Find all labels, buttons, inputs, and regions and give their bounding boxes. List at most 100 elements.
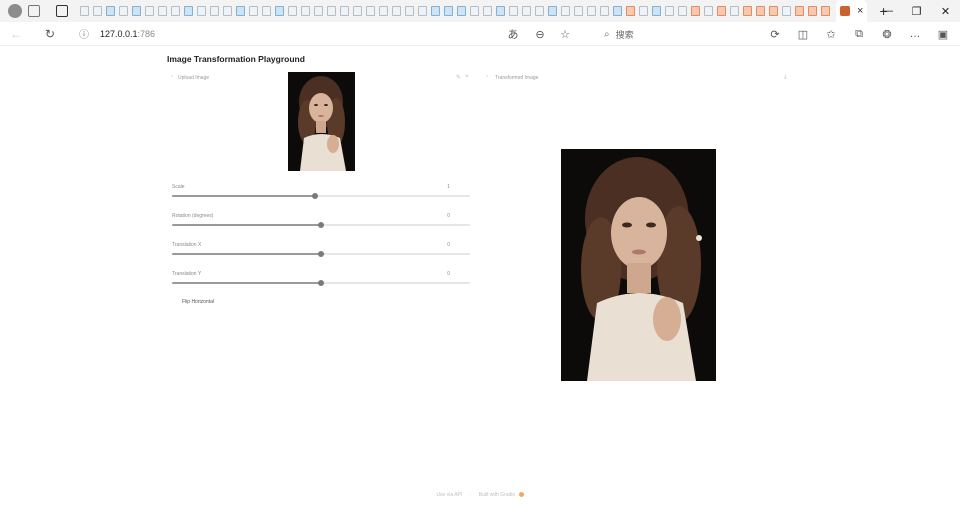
browser-tab[interactable] (611, 0, 624, 22)
browser-tab[interactable] (221, 0, 234, 22)
zoom-icon[interactable]: ⊖ (529, 23, 551, 45)
browser-tab[interactable] (78, 0, 91, 22)
slider-value[interactable]: 0 (447, 242, 450, 248)
browser-tab[interactable] (741, 0, 754, 22)
tab-close-icon[interactable]: × (857, 5, 863, 17)
browser-tab[interactable] (819, 0, 832, 22)
browser-tab[interactable] (494, 0, 507, 22)
browser-tab[interactable] (143, 0, 156, 22)
browser-tab[interactable] (338, 0, 351, 22)
back-icon[interactable]: ← (6, 24, 26, 44)
browser-tab[interactable] (715, 0, 728, 22)
browser-tab[interactable] (507, 0, 520, 22)
restore-button[interactable]: ❐ (902, 0, 931, 22)
search-box[interactable]: ⌕ 搜索 (604, 22, 634, 46)
workspaces-icon[interactable] (28, 5, 40, 17)
active-tab[interactable]: × (836, 0, 868, 22)
browser-tab[interactable] (663, 0, 676, 22)
browser-tab[interactable] (728, 0, 741, 22)
browser-tab[interactable] (442, 0, 455, 22)
slider-track[interactable] (172, 193, 470, 199)
slider-track[interactable] (172, 280, 470, 286)
browser-tab[interactable] (806, 0, 819, 22)
browser-tab[interactable] (182, 0, 195, 22)
browser-tab[interactable] (247, 0, 260, 22)
browser-tab[interactable] (91, 0, 104, 22)
address-bar[interactable]: 127.0.0.1:786 (100, 29, 155, 39)
browser-tab[interactable] (299, 0, 312, 22)
browser-tab[interactable] (351, 0, 364, 22)
browser-tab[interactable] (533, 0, 546, 22)
browser-tab[interactable] (208, 0, 221, 22)
rotation-slider[interactable]: Rotation (degrees) 0 (172, 213, 470, 233)
browser-tab[interactable] (195, 0, 208, 22)
slider-thumb[interactable] (318, 222, 324, 228)
favorites-icon[interactable]: ✩ (820, 23, 842, 45)
browser-tab[interactable] (377, 0, 390, 22)
edit-icon[interactable]: ✎ (456, 74, 461, 81)
slider-value[interactable]: 0 (447, 271, 450, 277)
browser-tab[interactable] (130, 0, 143, 22)
browser-tab[interactable] (234, 0, 247, 22)
browser-tab[interactable] (754, 0, 767, 22)
browser-tab[interactable] (429, 0, 442, 22)
browser-tab[interactable] (585, 0, 598, 22)
extensions-icon[interactable]: ⟳ (764, 23, 786, 45)
flip-horizontal-checkbox[interactable]: Flip Horizontal (178, 298, 218, 306)
browser-tab[interactable] (481, 0, 494, 22)
split-screen-icon[interactable]: ◫ (792, 23, 814, 45)
browser-tab[interactable] (702, 0, 715, 22)
browser-tab[interactable] (273, 0, 286, 22)
browser-tab[interactable] (689, 0, 702, 22)
browser-tab[interactable] (546, 0, 559, 22)
collections-icon[interactable]: ⧉ (848, 23, 870, 45)
favorite-star-icon[interactable]: ☆ (554, 23, 576, 45)
use-via-api-link[interactable]: Use via API (436, 492, 462, 498)
copilot-icon[interactable]: ❂ (876, 23, 898, 45)
site-info-icon[interactable]: ⓘ (74, 24, 94, 44)
minimize-button[interactable]: — (873, 0, 902, 22)
browser-tab[interactable] (117, 0, 130, 22)
browser-tab[interactable] (624, 0, 637, 22)
clear-icon[interactable]: × (465, 74, 469, 80)
more-icon[interactable]: … (904, 23, 926, 45)
browser-tab[interactable] (767, 0, 780, 22)
browser-tab[interactable] (650, 0, 663, 22)
translation-y-slider[interactable]: Translation Y 0 (172, 271, 470, 291)
browser-tab[interactable] (598, 0, 611, 22)
slider-value[interactable]: 0 (447, 213, 450, 219)
built-with-gradio-link[interactable]: Built with Gradio (479, 492, 515, 498)
translation-x-slider[interactable]: Translation X 0 (172, 242, 470, 262)
browser-tab[interactable] (169, 0, 182, 22)
slider-thumb[interactable] (312, 193, 319, 199)
browser-tab[interactable] (676, 0, 689, 22)
translate-icon[interactable]: あ (502, 23, 524, 45)
slider-value[interactable]: 1 (447, 184, 450, 190)
tab-actions-icon[interactable] (56, 5, 68, 17)
browser-tab[interactable] (416, 0, 429, 22)
browser-tab[interactable] (286, 0, 299, 22)
slider-track[interactable] (172, 222, 470, 228)
browser-tab[interactable] (572, 0, 585, 22)
browser-tab[interactable] (637, 0, 650, 22)
slider-thumb[interactable] (318, 280, 324, 286)
browser-tab[interactable] (325, 0, 338, 22)
browser-tab[interactable] (390, 0, 403, 22)
browser-tab[interactable] (403, 0, 416, 22)
sidebar-icon[interactable]: ▣ (932, 23, 954, 45)
browser-tab[interactable] (780, 0, 793, 22)
uploaded-image[interactable] (288, 72, 355, 171)
refresh-icon[interactable]: ↻ (40, 24, 60, 44)
browser-tab[interactable] (468, 0, 481, 22)
browser-tab[interactable] (312, 0, 325, 22)
browser-tab[interactable] (793, 0, 806, 22)
browser-tab[interactable] (260, 0, 273, 22)
profile-icon[interactable] (8, 4, 22, 18)
close-window-button[interactable]: ✕ (931, 0, 960, 22)
browser-tab[interactable] (455, 0, 468, 22)
browser-tab[interactable] (559, 0, 572, 22)
download-icon[interactable]: ⤓ (784, 74, 787, 81)
browser-tab[interactable] (520, 0, 533, 22)
browser-tab[interactable] (104, 0, 117, 22)
browser-tab[interactable] (364, 0, 377, 22)
